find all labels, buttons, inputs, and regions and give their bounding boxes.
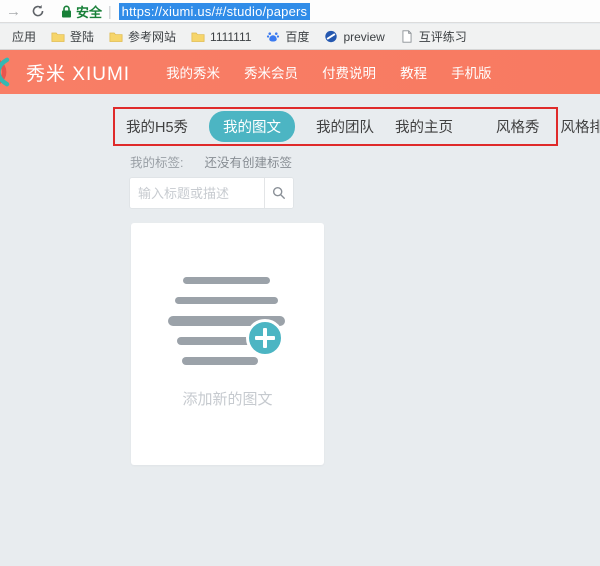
site-nav: 我的秀米 秀米会员 付费说明 教程 手机版	[166, 62, 492, 82]
nav-my-xiumi[interactable]: 我的秀米	[166, 62, 220, 82]
search-icon	[272, 186, 286, 200]
bookmark-preview[interactable]: preview	[320, 28, 388, 46]
tags-row: 我的标签: 还没有创建标签	[130, 152, 292, 171]
omnibox-separator: |	[108, 3, 112, 19]
bookmark-apps[interactable]: 应用	[8, 26, 40, 47]
site-logo-text[interactable]: 秀米 XIUMI	[26, 59, 130, 86]
security-label: 安全	[76, 2, 102, 21]
doc-line	[177, 337, 255, 345]
bookmark-label: 1111111	[210, 30, 251, 44]
folder-icon	[51, 30, 65, 43]
forward-icon[interactable]: →	[6, 4, 21, 19]
tab-my-home[interactable]: 我的主页	[395, 116, 453, 137]
add-card-label: 添加新的图文	[131, 388, 324, 409]
site-header: 秀米 XIUMI 我的秀米 秀米会员 付费说明 教程 手机版	[0, 50, 600, 94]
bookmark-practice[interactable]: 互评练习	[396, 26, 471, 47]
nav-tutorial[interactable]: 教程	[400, 62, 427, 82]
tab-my-h5[interactable]: 我的H5秀	[126, 116, 188, 137]
tab-my-team[interactable]: 我的团队	[316, 116, 374, 137]
nav-membership[interactable]: 秀米会员	[244, 62, 298, 82]
tab-style-show[interactable]: 风格秀	[496, 116, 540, 137]
folder-icon	[109, 30, 123, 43]
search-input[interactable]	[130, 178, 264, 208]
security-indicator[interactable]: 安全	[61, 2, 102, 21]
folder-icon	[191, 30, 205, 43]
bookmark-label: 百度	[285, 28, 309, 45]
bookmark-apps-label: 应用	[12, 28, 36, 45]
nav-pricing[interactable]: 付费说明	[322, 62, 376, 82]
tags-empty-message: 还没有创建标签	[204, 152, 292, 171]
page-icon	[400, 30, 414, 43]
bookmark-folder-login[interactable]: 登陆	[47, 26, 98, 47]
reload-icon[interactable]	[31, 4, 45, 18]
xiumi-logo-icon	[0, 56, 20, 88]
doc-line	[182, 357, 258, 365]
tags-label: 我的标签:	[130, 152, 183, 171]
bookmark-label: 参考网站	[128, 28, 176, 45]
doc-line	[175, 297, 278, 304]
document-lines-icon	[131, 223, 324, 465]
bookmark-label: preview	[343, 30, 384, 44]
search-box	[130, 178, 293, 208]
tab-my-posts[interactable]: 我的图文	[209, 111, 295, 142]
bookmark-label: 互评练习	[419, 28, 467, 45]
tab-style-layout[interactable]: 风格排版	[561, 116, 600, 137]
preview-icon	[324, 30, 338, 43]
nav-mobile[interactable]: 手机版	[451, 62, 492, 82]
address-bar-url[interactable]: https://xiumi.us/#/studio/papers	[119, 3, 311, 20]
plus-vertical-bar	[263, 328, 267, 348]
search-button[interactable]	[264, 178, 293, 208]
add-new-post-card[interactable]: 添加新的图文	[131, 223, 324, 465]
lock-icon	[61, 5, 72, 18]
doc-line	[183, 277, 270, 284]
bookmark-folder-1111111[interactable]: 1111111	[187, 28, 255, 46]
browser-toolbar: → 安全 | https://xiumi.us/#/studio/papers	[0, 0, 600, 23]
add-plus-icon[interactable]	[246, 319, 284, 357]
bookmarks-bar: 应用 登陆 参考网站 1111111 百度 pre	[0, 24, 600, 50]
bookmark-label: 登陆	[70, 28, 94, 45]
tab-bar-annotation-box: 我的H5秀 我的图文 我的团队 我的主页 风格秀 风格排版	[113, 107, 558, 146]
baidu-icon	[266, 30, 280, 43]
bookmark-baidu[interactable]: 百度	[262, 26, 313, 47]
bookmark-folder-reference[interactable]: 参考网站	[105, 26, 180, 47]
